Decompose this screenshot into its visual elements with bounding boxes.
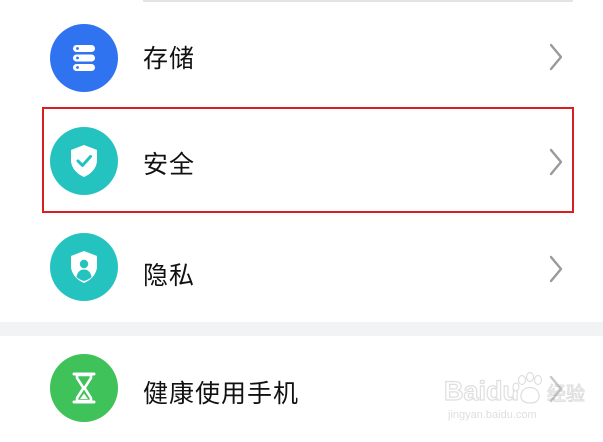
chevron-right-icon	[549, 43, 563, 71]
settings-item-label: 隐私	[143, 261, 196, 290]
settings-item-digital-balance[interactable]: 健康使用手机	[0, 336, 603, 442]
privacy-shield-icon	[50, 233, 118, 301]
shield-check-icon	[50, 127, 118, 195]
chevron-right-icon	[549, 255, 563, 283]
hourglass-icon	[50, 354, 118, 422]
settings-item-security[interactable]: 安全	[0, 108, 603, 214]
settings-item-label: 存储	[143, 44, 196, 73]
settings-item-storage[interactable]: 存储	[0, 2, 603, 108]
chevron-right-icon	[549, 148, 563, 176]
chevron-right-icon	[549, 375, 563, 403]
settings-item-label: 安全	[143, 150, 196, 179]
settings-item-privacy[interactable]: 隐私	[0, 214, 603, 320]
storage-icon	[50, 24, 118, 92]
settings-item-label: 健康使用手机	[143, 379, 300, 408]
section-divider	[0, 322, 603, 336]
